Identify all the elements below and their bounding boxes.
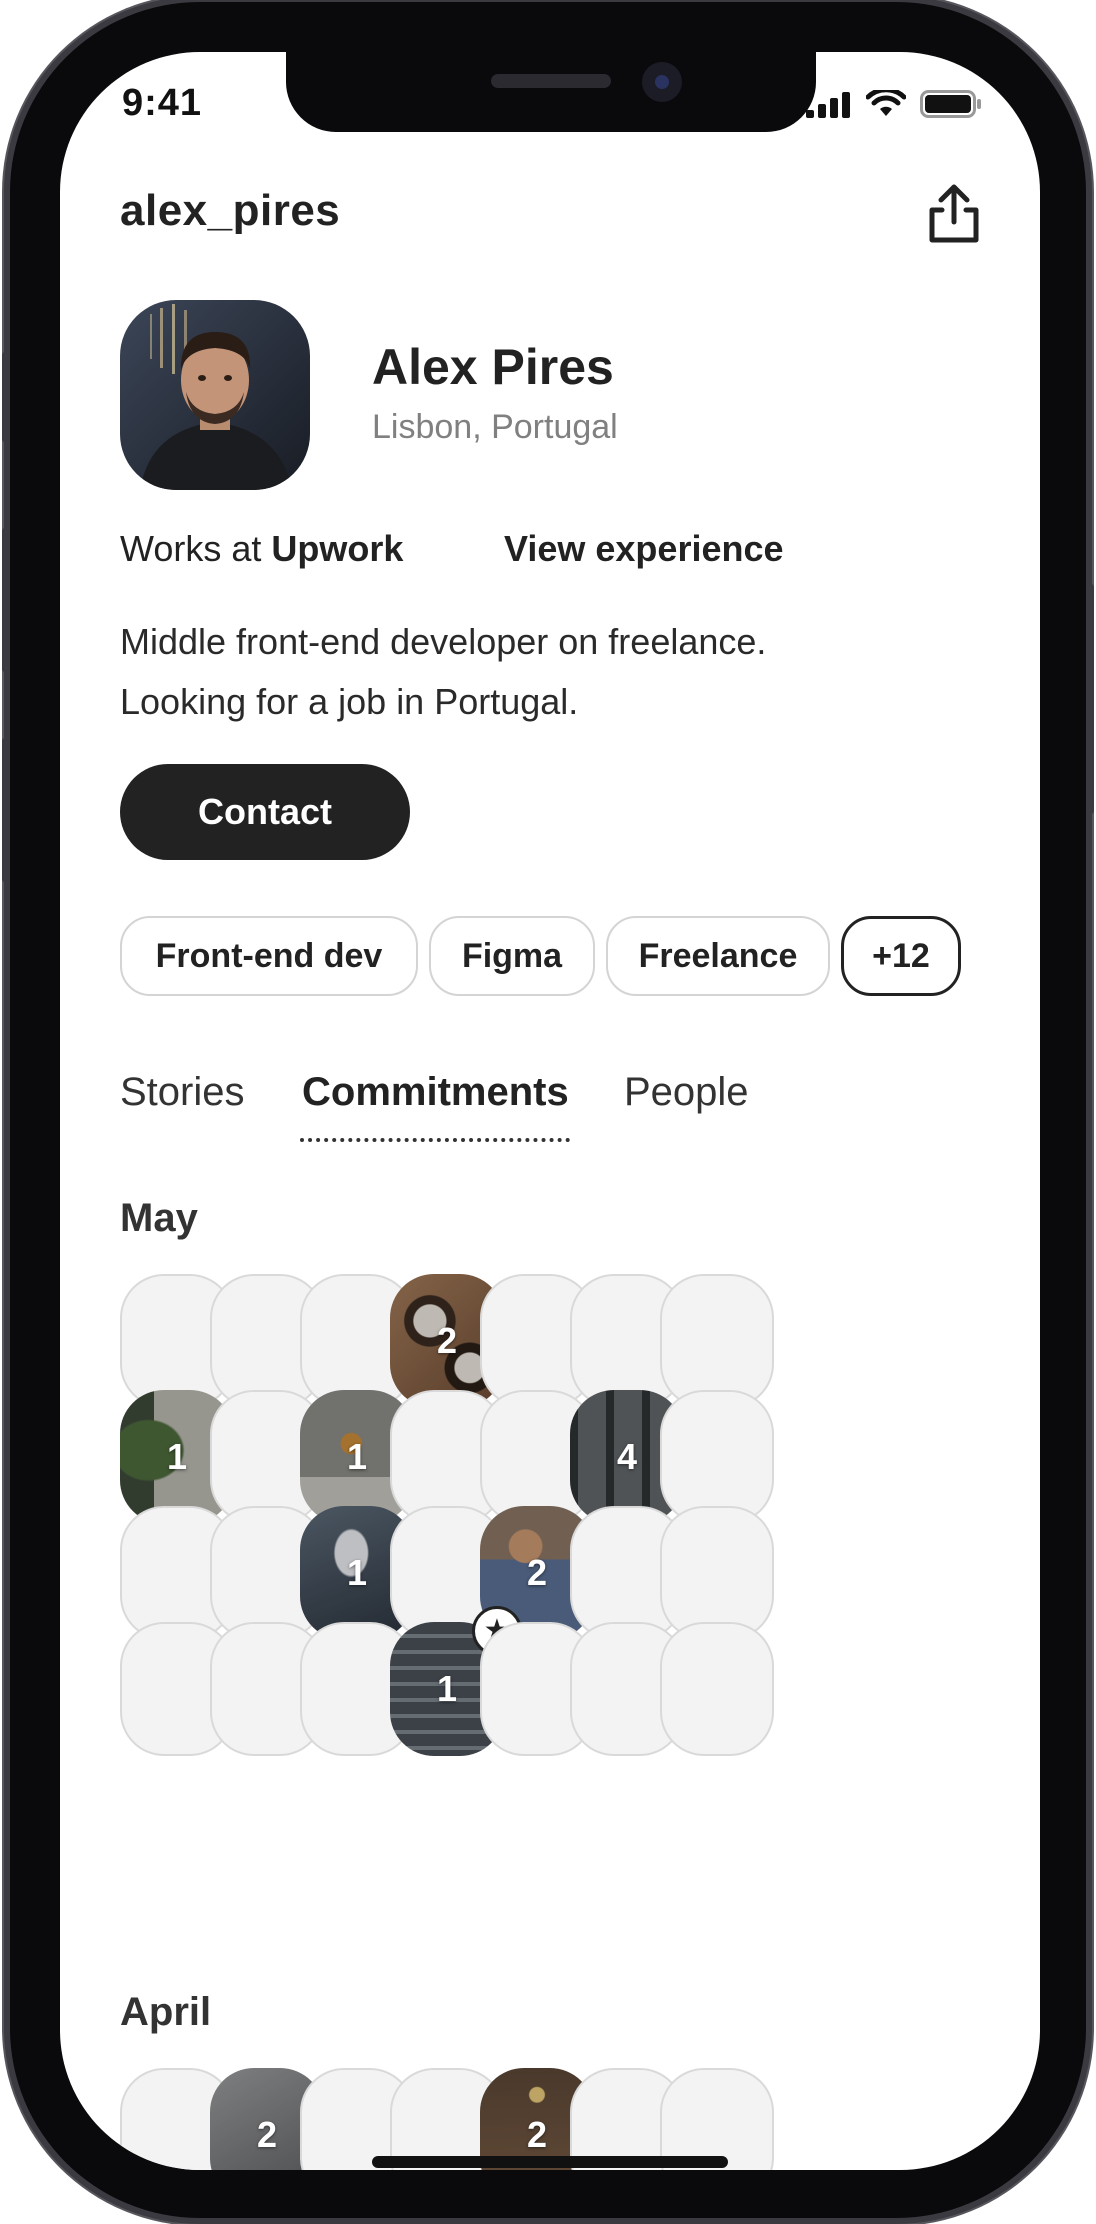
tag-figma[interactable]: Figma [429,916,595,996]
power-button [1086,584,1094,814]
screen: 9:41 alex_pires Alex Pires Lisbon, Portu… [60,52,1040,2170]
status-icons [806,90,982,118]
active-tab-indicator [300,1138,570,1142]
calendar-day-empty[interactable] [660,1274,774,1408]
avatar-photo [120,300,310,490]
calendar-day-empty[interactable] [660,2068,774,2170]
bio-line: Looking for a job in Portugal. [120,681,579,722]
battery-icon [920,90,981,118]
volume-down-button [2,738,10,882]
contact-button[interactable]: Contact [120,764,410,860]
notch [286,52,816,132]
tab-people[interactable]: People [624,1070,749,1115]
calendar-day-empty[interactable] [660,1390,774,1524]
home-indicator [372,2156,728,2168]
tab-commitments[interactable]: Commitments [302,1070,569,1115]
mute-switch [2,352,10,442]
profile-location: Lisbon, Portugal [372,408,618,446]
front-camera [642,62,682,102]
month-label-may: May [120,1196,198,1240]
speaker-grille [491,74,611,88]
month-label-april: April [120,1990,212,2034]
profile-bio: Middle front-end developer on freelance.… [120,612,766,732]
calendar-day-empty[interactable] [660,1506,774,1640]
more-tags-button[interactable]: +12 [841,916,961,996]
company-link[interactable]: Upwork [271,528,403,569]
volume-up-button [2,528,10,672]
tab-stories[interactable]: Stories [120,1070,245,1115]
status-time: 9:41 [122,82,203,124]
avatar [120,300,310,490]
works-at-prefix: Works at [120,528,262,569]
bio-line: Middle front-end developer on freelance. [120,621,767,662]
profile-username: alex_pires [120,186,341,235]
works-at: Works at Upwork [120,528,403,570]
tag-freelance[interactable]: Freelance [606,916,830,996]
tag-front-end-dev[interactable]: Front-end dev [120,916,418,996]
calendar-day-empty[interactable] [660,1622,774,1756]
view-experience-link[interactable]: View experience [504,528,784,570]
share-icon[interactable] [924,182,984,246]
wifi-icon [866,90,906,116]
profile-name: Alex Pires [372,339,614,395]
